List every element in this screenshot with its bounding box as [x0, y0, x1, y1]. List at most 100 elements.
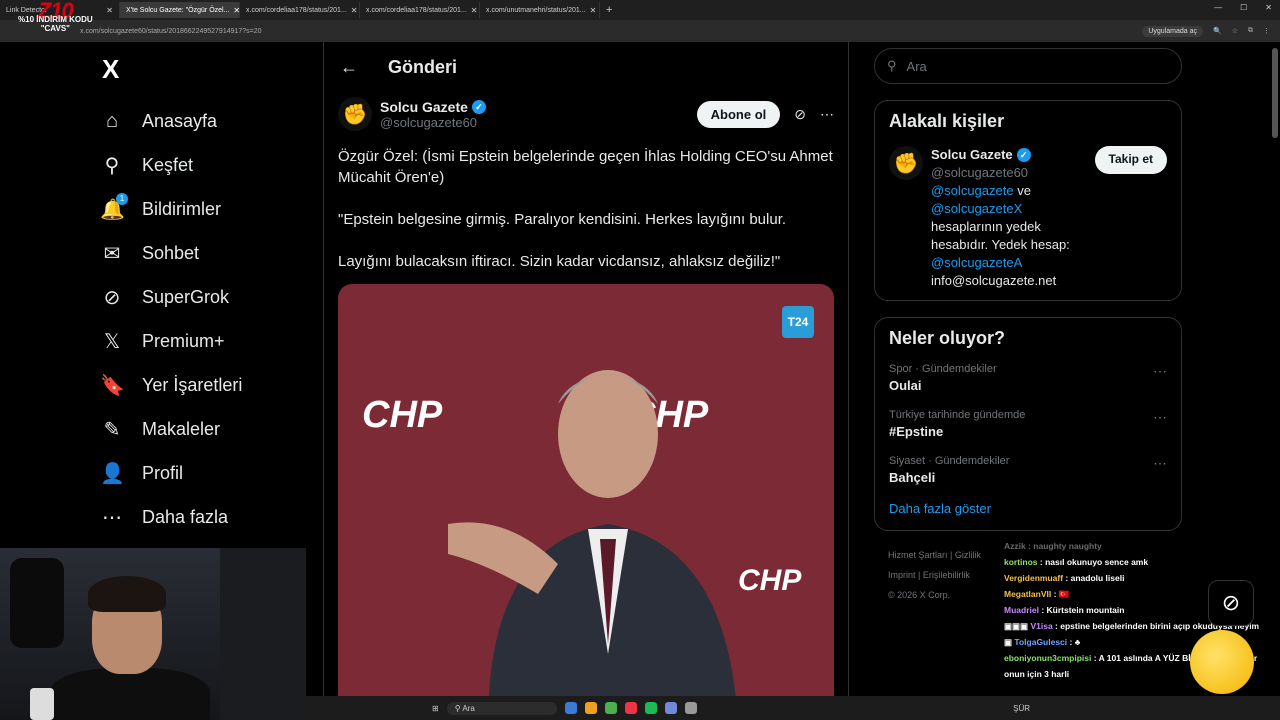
more-options-icon[interactable]: ⋯	[1153, 409, 1167, 439]
zoom-icon[interactable]: 🔍	[1213, 27, 1222, 35]
post-paragraph: Özgür Özel: (İsmi Epstein belgelerinde g…	[338, 148, 833, 186]
trend-item[interactable]: Türkiye tarihinde gündemde #Epstine ⋯	[889, 409, 1167, 439]
emoji-sticker	[1190, 630, 1254, 694]
chat-text: Kürtstein mountain	[1046, 605, 1125, 615]
close-icon[interactable]: ✕	[106, 6, 113, 15]
post-paragraph: "Epstein belgesine girmiş. Paralıyor ken…	[338, 211, 787, 228]
discord-icon[interactable]	[664, 702, 677, 714]
streamer-body	[50, 668, 210, 720]
close-window-icon[interactable]: ✕	[1265, 3, 1272, 12]
window-controls: — ☐ ✕	[1214, 3, 1272, 12]
related-name[interactable]: Solcu Gazete	[931, 146, 1013, 164]
sidebar-item-label: Profil	[142, 462, 184, 483]
close-icon[interactable]: ✕	[351, 6, 358, 15]
chat-text: naughty naughty	[1033, 541, 1102, 551]
app-icon[interactable]	[684, 702, 697, 714]
author-handle[interactable]: @solcugazete60	[380, 115, 486, 130]
mail-icon: ✉	[103, 242, 121, 265]
close-icon[interactable]: ✕	[590, 6, 597, 15]
minimize-icon[interactable]: —	[1214, 3, 1222, 12]
bio-link[interactable]: @solcugazeteA	[931, 255, 1022, 270]
sidebar-item-label: Daha fazla	[142, 506, 229, 527]
x-icon: 𝕏	[103, 330, 121, 353]
author-name-row[interactable]: Solcu Gazete ✓	[380, 99, 486, 115]
scrollbar[interactable]	[1272, 48, 1278, 138]
close-icon[interactable]: ✕	[471, 6, 478, 15]
related-handle[interactable]: @solcugazete60	[931, 164, 1087, 182]
windows-start-icon[interactable]: ⊞	[432, 704, 439, 713]
chp-logo: CHP	[362, 394, 443, 436]
subscribe-button[interactable]: Abone ol	[696, 100, 781, 128]
post-video[interactable]: CHP CHP CHP T24	[338, 284, 834, 720]
sidebar-item-profile[interactable]: 👤 Profil	[90, 451, 310, 495]
webcam-overlay	[0, 548, 306, 720]
grok-floating-icon[interactable]: ⊘	[1208, 580, 1254, 626]
chrome-icon[interactable]	[604, 702, 617, 714]
author-name[interactable]: Solcu Gazete	[380, 99, 468, 115]
trend-item[interactable]: Siyaset · Gündemdekiler Bahçeli ⋯	[889, 455, 1167, 485]
sidebar-item-articles[interactable]: ✎ Makaleler	[90, 407, 310, 451]
avatar[interactable]: ✊	[338, 97, 372, 131]
sidebar-item-explore[interactable]: ⚲ Keşfet	[90, 143, 310, 187]
bio-link[interactable]: @solcugazeteX	[931, 201, 1022, 216]
follow-button[interactable]: Takip et	[1094, 146, 1167, 174]
trend-item[interactable]: Spor · Gündemdekiler Oulai ⋯	[889, 363, 1167, 393]
grok-icon: ⊘	[103, 286, 121, 309]
related-name-row[interactable]: Solcu Gazete ✓	[931, 146, 1087, 164]
show-more-link[interactable]: Daha fazla göster	[889, 501, 1167, 516]
url-text[interactable]: x.com/solcugazete60/status/2018662249527…	[80, 28, 262, 35]
app-icon[interactable]	[624, 702, 637, 714]
browser-tab[interactable]: x.com/cordeliaa178/status/201... ✕	[360, 2, 480, 18]
trend-category: Türkiye tarihinde gündemde	[889, 409, 1026, 421]
sidebar-item-premium[interactable]: 𝕏 Premium+	[90, 319, 310, 363]
promo-line-2: "CAVS"	[40, 24, 70, 33]
card-title: Neler oluyor?	[889, 328, 1006, 348]
trend-topic: #Epstine	[889, 424, 944, 439]
verified-icon: ✓	[471, 99, 486, 114]
avatar[interactable]: ✊	[889, 146, 923, 180]
streamer-hair	[88, 576, 166, 612]
close-icon[interactable]: ✕	[233, 6, 239, 15]
app-icon[interactable]	[564, 702, 577, 714]
sidebar-item-label: Bildirimler	[142, 198, 222, 219]
x-logo-icon[interactable]: X	[102, 54, 310, 85]
chat-user: kortinos	[1004, 557, 1038, 567]
browser-tab[interactable]: x.com/unutmanehri/status/201... ✕	[480, 2, 600, 18]
sidebar-item-supergrok[interactable]: ⊘ SuperGrok	[90, 275, 310, 319]
chat-user: Azzik	[1004, 541, 1026, 551]
back-arrow-icon[interactable]: ←	[340, 57, 358, 78]
home-icon: ⌂	[105, 109, 119, 132]
taskbar-search-input[interactable]: ⚲ Ara	[446, 701, 557, 715]
more-options-icon[interactable]: ⋯	[1153, 455, 1167, 485]
address-bar[interactable]: x.com/solcugazete60/status/2018662249527…	[0, 20, 1280, 42]
search-input[interactable]: ⚲ Ara	[874, 48, 1182, 84]
post-header: ← Gönderi	[324, 42, 848, 92]
open-in-app-button[interactable]: Uygulamada aç	[1142, 25, 1203, 37]
browser-tab[interactable]: x.com/cordeliaa178/status/201... ✕	[240, 2, 360, 18]
sidebar-item-more[interactable]: ⋯ Daha fazla	[90, 495, 310, 539]
folder-icon[interactable]	[584, 702, 597, 714]
sidebar-item-home[interactable]: ⌂ Anasayfa	[90, 99, 310, 143]
trend-category: Spor · Gündemdekiler	[889, 363, 997, 375]
chat-user: MegatlanVII	[1004, 589, 1052, 599]
promo-line-1: %10 İNDİRİM KODU	[18, 15, 93, 24]
taskbar-text: ŞÜR	[1013, 703, 1030, 713]
bio-link[interactable]: @solcugazete	[931, 183, 1014, 198]
trend-category: Siyaset · Gündemdekiler	[889, 455, 1010, 467]
menu-icon[interactable]: ⋮	[1263, 27, 1270, 35]
grok-icon[interactable]: ⊘	[794, 106, 806, 123]
post-author-row: ✊ Solcu Gazete ✓ @solcugazete60 Abone ol …	[324, 92, 848, 136]
chat-text: nasıl okunuyo sence amk	[1045, 557, 1149, 567]
sidebar-item-chat[interactable]: ✉ Sohbet	[90, 231, 310, 275]
extensions-icon[interactable]: ⧉	[1248, 27, 1253, 35]
star-icon[interactable]: ☆	[1232, 27, 1238, 35]
more-options-icon[interactable]: ⋯	[1153, 363, 1167, 393]
sidebar-item-bookmarks[interactable]: 🔖 Yer İşaretleri	[90, 363, 310, 407]
more-options-icon[interactable]: ⋯	[820, 106, 834, 123]
microphone	[10, 558, 64, 648]
browser-tab-active[interactable]: X'te Solcu Gazete: "Özgür Özel... ✕	[120, 2, 240, 18]
spotify-icon[interactable]	[644, 702, 657, 714]
sidebar-item-notifications[interactable]: 🔔 1 Bildirimler	[90, 187, 310, 231]
new-tab-icon[interactable]: +	[606, 4, 612, 16]
maximize-icon[interactable]: ☐	[1240, 3, 1247, 12]
